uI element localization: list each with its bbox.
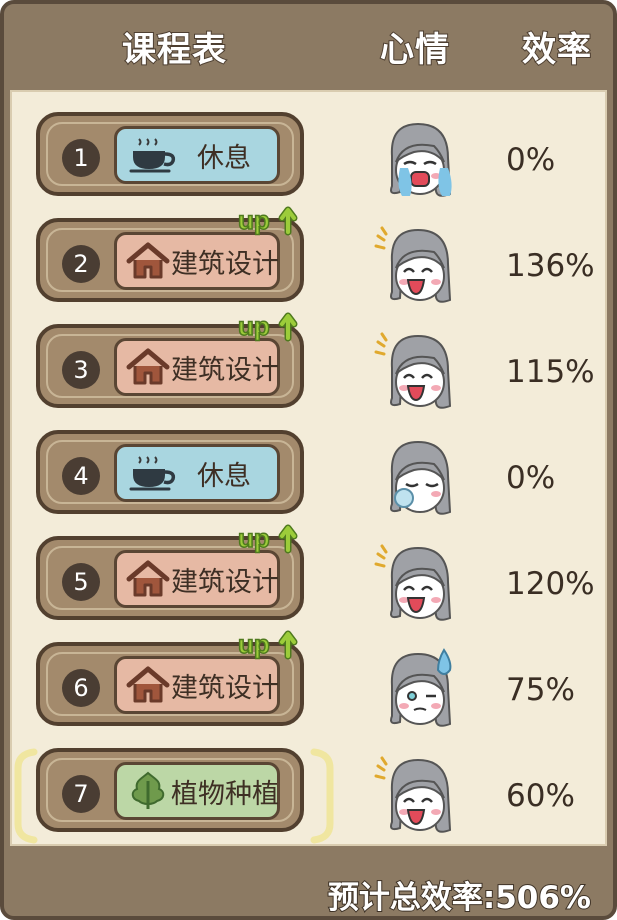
course-label: 建筑设计 [171, 566, 279, 598]
course-slot[interactable]: 7 植物种植 [36, 748, 304, 832]
house-icon [117, 665, 171, 705]
schedule-header: 课程表 [121, 29, 227, 71]
mood-face-icon [374, 328, 460, 414]
efficiency-value: 120% [506, 566, 595, 602]
course-label: 植物种植 [171, 778, 279, 810]
course-button[interactable]: 休息 [114, 444, 280, 502]
slot-number: 3 [62, 351, 100, 389]
schedule-row[interactable]: 3 建筑设计 up 115% [4, 310, 613, 414]
leaf-icon [117, 771, 171, 811]
schedule-row[interactable]: 6 建筑设计 up 75% [4, 628, 613, 732]
course-button[interactable]: 建筑设计 [114, 232, 280, 290]
course-button[interactable]: 建筑设计 [114, 550, 280, 608]
schedule-row[interactable]: 7 植物种植 60% [4, 748, 613, 838]
slot-number: 5 [62, 563, 100, 601]
schedule-row[interactable]: 5 建筑设计 up 120% [4, 522, 613, 626]
up-arrow-icon: up [236, 626, 308, 660]
total-efficiency: 预计总效率:506% [327, 879, 592, 917]
slot-number: 1 [62, 139, 100, 177]
efficiency-value: 115% [506, 354, 595, 390]
slot-number: 6 [62, 669, 100, 707]
schedule-window: 课程表 心情 效率 1 休息 0% 2 建筑设计 up 136% 3 建筑设计 up 115% 4 休息… [0, 0, 617, 920]
course-label: 建筑设计 [171, 672, 279, 704]
course-button[interactable]: 植物种植 [114, 762, 280, 820]
up-arrow-icon: up [236, 520, 308, 554]
slot-number: 7 [62, 775, 100, 813]
efficiency-value: 0% [506, 460, 556, 496]
mood-face-icon [374, 434, 460, 520]
up-arrow-icon: up [236, 202, 308, 236]
up-arrow-icon: up [236, 308, 308, 342]
schedule-row[interactable]: 1 休息 0% [4, 112, 613, 202]
course-label: 建筑设计 [171, 248, 279, 280]
svg-text:up: up [238, 205, 270, 235]
slot-number: 4 [62, 457, 100, 495]
house-icon [117, 347, 171, 387]
svg-text:up: up [238, 523, 270, 553]
house-icon [117, 559, 171, 599]
course-button[interactable]: 建筑设计 [114, 656, 280, 714]
course-button[interactable]: 休息 [114, 126, 280, 184]
course-label: 建筑设计 [171, 354, 279, 386]
course-label: 休息 [197, 460, 251, 492]
mood-face-icon [374, 222, 460, 308]
coffee-cup-icon [117, 453, 185, 493]
efficiency-header: 效率 [521, 29, 592, 71]
svg-text:up: up [238, 311, 270, 341]
mood-face-icon [374, 116, 460, 202]
mood-face-icon [374, 540, 460, 626]
schedule-row[interactable]: 2 建筑设计 up 136% [4, 204, 613, 308]
course-slot[interactable]: 4 休息 [36, 430, 304, 514]
efficiency-value: 60% [506, 778, 575, 814]
mood-face-icon [374, 752, 460, 838]
svg-text:up: up [238, 629, 270, 659]
header-bar: 课程表 心情 效率 [4, 4, 613, 90]
schedule-row[interactable]: 4 休息 0% [4, 430, 613, 520]
house-icon [117, 241, 171, 281]
slot-number: 2 [62, 245, 100, 283]
course-label: 休息 [197, 142, 251, 174]
coffee-cup-icon [117, 135, 185, 175]
course-button[interactable]: 建筑设计 [114, 338, 280, 396]
efficiency-value: 136% [506, 248, 595, 284]
mood-face-icon [374, 646, 460, 732]
efficiency-value: 75% [506, 672, 575, 708]
mood-header: 心情 [379, 29, 450, 71]
course-slot[interactable]: 1 休息 [36, 112, 304, 196]
footer-bar: 预计总效率:506% [4, 846, 613, 917]
efficiency-value: 0% [506, 142, 556, 178]
